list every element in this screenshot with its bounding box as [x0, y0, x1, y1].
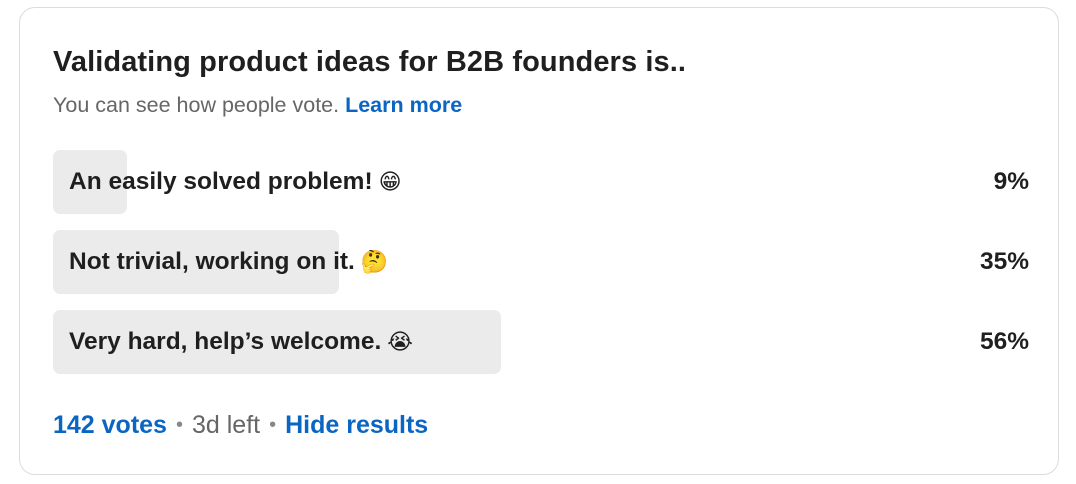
poll-option-3-label: Very hard, help’s welcome.	[69, 328, 382, 355]
poll-option-3[interactable]: Very hard, help’s welcome. 😭 56%	[53, 310, 1029, 374]
poll-option-1-label: An easily solved problem!	[69, 168, 373, 195]
poll-option-2-label-wrap: Not trivial, working on it. 🤔	[69, 230, 388, 294]
separator-dot: •	[269, 414, 277, 436]
time-left: 3d left	[191, 411, 261, 439]
poll-option-1-label-wrap: An easily solved problem! 😁	[69, 150, 402, 214]
visibility-text: You can see how people vote.	[53, 93, 340, 117]
poll-visibility-note: You can see how people vote. Learn more	[53, 93, 462, 118]
thinking-face-emoji-icon: 🤔	[360, 249, 389, 274]
poll-option-1[interactable]: An easily solved problem! 😁 9%	[53, 150, 1029, 214]
poll-card: Validating product ideas for B2B founder…	[19, 7, 1059, 475]
crying-face-emoji-icon: 😭	[387, 329, 413, 354]
poll-option-2-label: Not trivial, working on it.	[69, 248, 355, 275]
poll-option-3-label-wrap: Very hard, help’s welcome. 😭	[69, 310, 413, 374]
hide-results-link[interactable]: Hide results	[285, 411, 428, 439]
poll-question: Validating product ideas for B2B founder…	[53, 46, 687, 78]
learn-more-link[interactable]: Learn more	[345, 93, 462, 117]
grinning-face-emoji-icon: 😁	[378, 169, 402, 194]
poll-option-3-percent: 56%	[979, 328, 1029, 355]
poll-option-2[interactable]: Not trivial, working on it. 🤔 35%	[53, 230, 1029, 294]
separator-dot: •	[175, 414, 183, 436]
votes-count-link[interactable]: 142 votes	[53, 411, 167, 439]
poll-option-1-percent: 9%	[993, 168, 1029, 195]
poll-option-2-percent: 35%	[979, 248, 1029, 275]
poll-footer: 142 votes • 3d left • Hide results	[53, 411, 428, 440]
